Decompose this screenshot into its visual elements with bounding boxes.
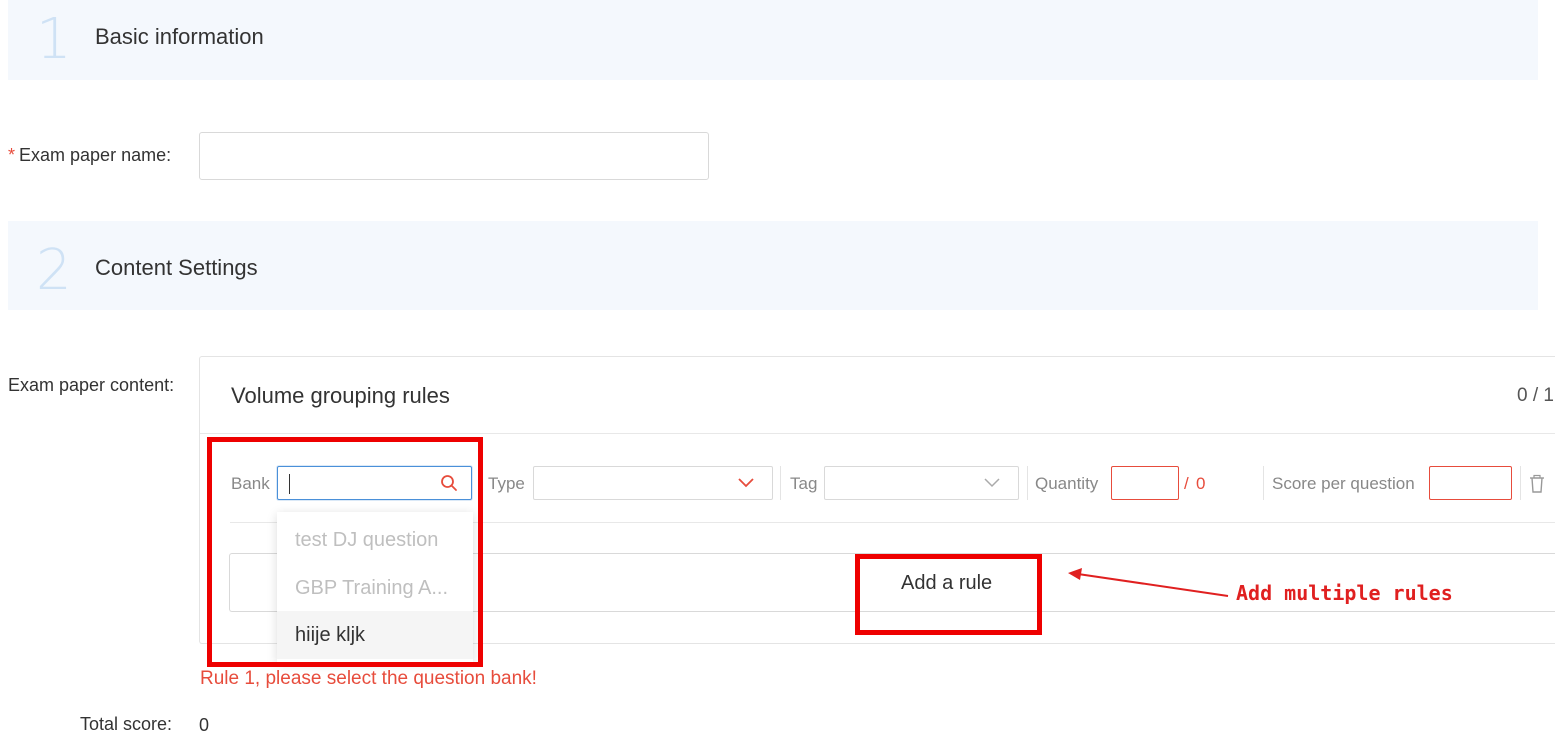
quantity-label: Quantity [1035, 474, 1099, 493]
highlight-frame-bank [207, 437, 483, 667]
annotation-text: Add multiple rules [1236, 581, 1453, 605]
card-divider [200, 433, 1555, 434]
step-number: 1 [36, 7, 72, 72]
field-separator [1520, 466, 1521, 500]
label-colon: : [167, 714, 173, 734]
tag-select[interactable] [824, 466, 1019, 500]
score-per-question-input[interactable] [1429, 466, 1512, 500]
label-colon: : [169, 375, 175, 395]
trash-icon[interactable] [1528, 474, 1546, 494]
tag-label: Tag [790, 474, 818, 493]
exam-name-input[interactable] [199, 132, 709, 180]
required-asterisk: * [8, 145, 16, 165]
field-separator [1027, 466, 1028, 500]
field-separator [1263, 466, 1264, 500]
step-title: Basic information [95, 24, 264, 49]
total-score-label: Total score: [80, 714, 172, 735]
quantity-max: 0 [1196, 474, 1206, 493]
exam-content-label: Exam paper content: [8, 375, 174, 396]
field-separator [780, 466, 781, 500]
type-select[interactable] [533, 466, 773, 500]
step-number: 2 [36, 238, 72, 303]
rule-count: 0 / 1 [1517, 385, 1554, 406]
exam-name-label: * Exam paper name: [8, 145, 171, 166]
chevron-down-icon [980, 467, 1004, 499]
type-label: Type [488, 474, 525, 493]
validation-error: Rule 1, please select the question bank! [200, 668, 537, 689]
exam-name-label-text: Exam paper name [19, 145, 167, 165]
step-header-content-settings: 2 Content Settings [8, 221, 1538, 310]
card-title: Volume grouping rules [231, 383, 450, 408]
total-score-value: 0 [199, 715, 210, 735]
label-colon: : [166, 145, 172, 165]
quantity-input[interactable] [1111, 466, 1179, 500]
total-score-label-text: Total score [80, 714, 168, 734]
step-title: Content Settings [95, 255, 258, 280]
step-header-basic-information: 1 Basic information [8, 0, 1538, 80]
exam-content-label-text: Exam paper content [8, 375, 170, 395]
quantity-separator: / [1184, 474, 1189, 493]
arrow-left-icon [1068, 568, 1229, 597]
score-per-question-label: Score per question [1272, 474, 1415, 493]
highlight-frame-add-rule [855, 554, 1042, 635]
chevron-down-icon [734, 467, 758, 499]
